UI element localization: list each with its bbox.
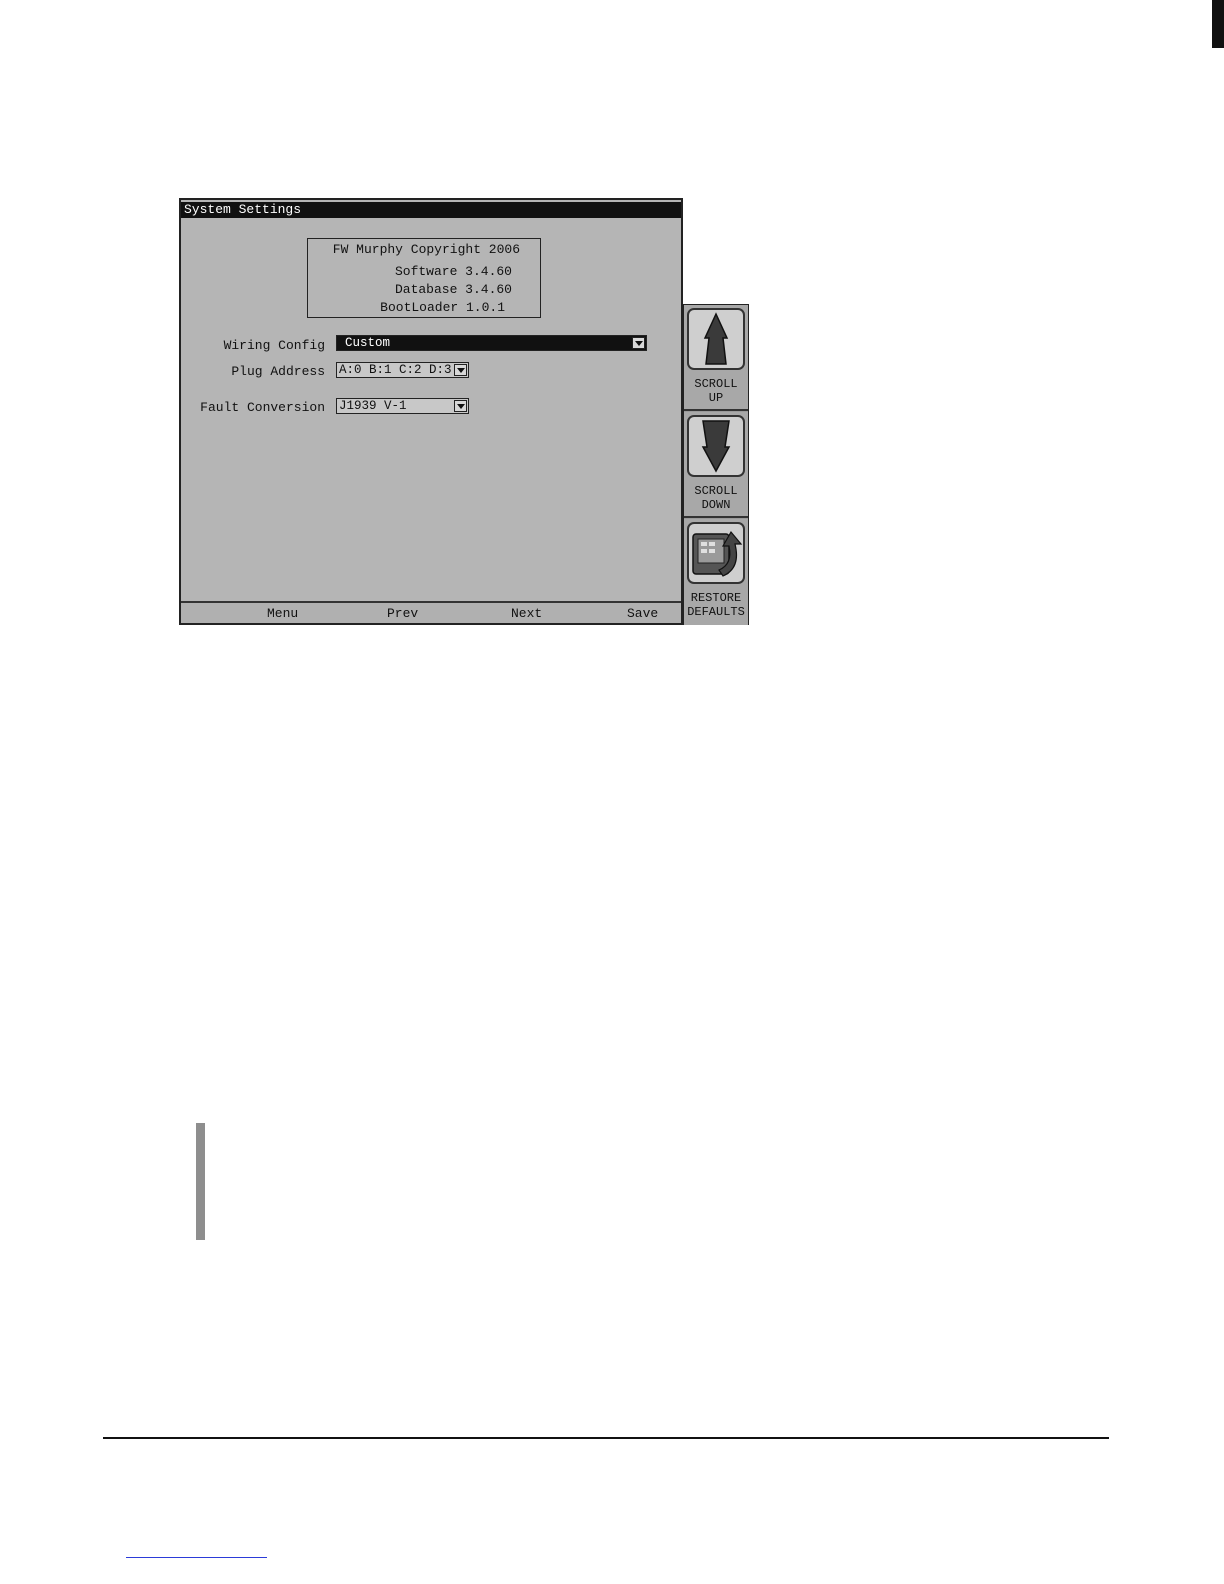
scroll-down-label: SCROLL DOWN (684, 484, 748, 512)
next-softkey[interactable]: Next (511, 606, 542, 621)
plug-address-value: A:0 B:1 C:2 D:3 (339, 363, 452, 377)
fault-conversion-label: Fault Conversion (200, 400, 325, 415)
softkey-bar: Menu Prev Next Save (181, 601, 681, 623)
page-edge-marker (1212, 0, 1224, 48)
label-line: DOWN (701, 498, 731, 512)
label-line: DEFAULTS (687, 605, 745, 619)
label-line: SCROLL (694, 484, 738, 498)
wiring-config-select[interactable]: Custom (336, 335, 647, 351)
label-line: RESTORE (690, 591, 742, 605)
prev-softkey[interactable]: Prev (387, 606, 418, 621)
plug-address-select[interactable]: A:0 B:1 C:2 D:3 (336, 362, 469, 378)
menu-softkey[interactable]: Menu (267, 606, 298, 621)
button-face (687, 308, 745, 370)
side-button-panel: SCROLL UP SCROLL DOWN RESTORE DEFAULTS (683, 304, 749, 625)
fault-conversion-value: J1939 V-1 (339, 399, 407, 413)
label-line: SCROLL (694, 377, 738, 391)
restore-defaults-label: RESTORE DEFAULTS (684, 591, 748, 619)
restore-defaults-button[interactable]: RESTORE DEFAULTS (684, 519, 748, 625)
scroll-down-button[interactable]: SCROLL DOWN (684, 412, 748, 518)
plug-address-label: Plug Address (231, 364, 325, 379)
chevron-down-icon[interactable] (454, 400, 467, 412)
scroll-up-button[interactable]: SCROLL UP (684, 305, 748, 411)
footer-rule (103, 1437, 1109, 1439)
arrow-up-icon (703, 312, 729, 365)
version-info-box: FW Murphy Copyright 2006 Software 3.4.60… (307, 238, 541, 318)
copyright-text: FW Murphy Copyright 2006 (332, 242, 520, 257)
save-softkey[interactable]: Save (627, 606, 658, 621)
chevron-down-icon[interactable] (632, 337, 645, 349)
button-face (687, 415, 745, 477)
restore-device-icon (692, 530, 743, 577)
button-face (687, 522, 745, 584)
wiring-config-label: Wiring Config (223, 338, 325, 353)
window-title: System Settings (181, 202, 681, 218)
system-settings-screen: System Settings FW Murphy Copyright 2006… (179, 198, 683, 625)
scroll-up-label: SCROLL UP (684, 377, 748, 405)
fault-conversion-select[interactable]: J1939 V-1 (336, 398, 469, 414)
footer-link-underline (126, 1557, 267, 1558)
note-margin-bar (196, 1123, 205, 1240)
wiring-config-value: Custom (345, 336, 391, 350)
bootloader-version: BootLoader 1.0.1 (380, 300, 505, 315)
database-version: Database 3.4.60 (394, 282, 512, 297)
label-line: UP (708, 391, 724, 405)
arrow-down-icon (701, 420, 731, 473)
software-version: Software 3.4.60 (394, 264, 512, 279)
chevron-down-icon[interactable] (454, 364, 467, 376)
